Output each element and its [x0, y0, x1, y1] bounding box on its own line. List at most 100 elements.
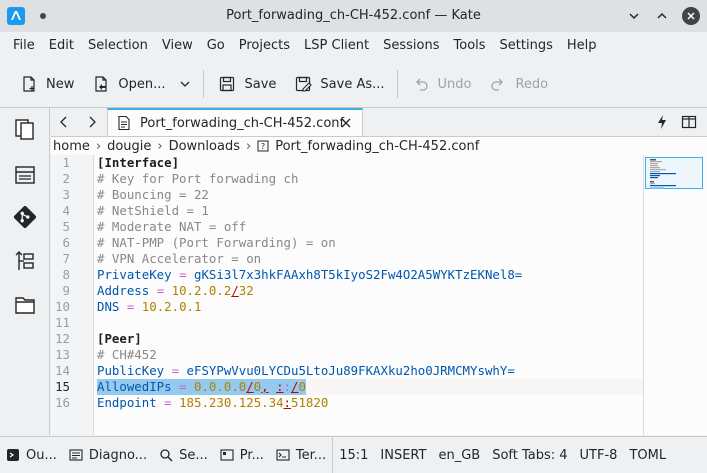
minimap[interactable]: [643, 155, 707, 435]
main-toolbar: New Open... Save Save As... Undo Redo: [0, 62, 707, 106]
minimize-button[interactable]: [624, 6, 644, 26]
undo-label: Undo: [437, 76, 472, 92]
terminal-toolview-button[interactable]: Ter...: [270, 437, 332, 473]
diagnostics-toolview-button[interactable]: Diagno...: [63, 437, 153, 473]
git-panel-button[interactable]: [12, 204, 38, 230]
toolbar-separator: [203, 70, 205, 98]
chevron-right-icon: ›: [245, 138, 252, 154]
menu-edit[interactable]: Edit: [42, 34, 81, 58]
breadcrumb-dougie[interactable]: dougie: [107, 139, 151, 154]
tab-label: Port_forwading_ch-CH-452.conf: [140, 115, 345, 131]
code-text: # NetShield = 1: [97, 203, 209, 218]
output-toolview-button[interactable]: Ou...: [0, 437, 63, 473]
close-window-button[interactable]: [681, 6, 701, 26]
search-label: Se...: [179, 447, 208, 463]
save-as-icon: [296, 76, 313, 92]
line-number: 1: [62, 155, 70, 170]
cursor-position[interactable]: 15:1: [333, 437, 374, 473]
code-text: PrivateKey = gKSi3l7x3hkFAAxh8T5kIyoS2Fw…: [97, 267, 523, 282]
menu-go[interactable]: Go: [200, 34, 232, 58]
chevron-down-icon: [629, 13, 639, 20]
line-number: 13: [55, 347, 70, 362]
menu-tools[interactable]: Tools: [447, 34, 493, 58]
window-title: Port_forwading_ch-CH-452.conf — Kate: [226, 8, 481, 23]
code-text: DNS = 10.2.0.1: [97, 299, 202, 314]
status-bar: Ou... Diagno... Se... Pr... Ter... 15:1 …: [0, 436, 707, 473]
code-text: PublicKey = eFSYPwVvu0LYCDu5LtoJu89FKAXk…: [97, 363, 515, 378]
save-button[interactable]: Save: [208, 68, 284, 100]
menu-projects[interactable]: Projects: [232, 34, 297, 58]
open-button[interactable]: Open...: [82, 68, 199, 100]
new-button[interactable]: New: [10, 68, 82, 100]
line-number: 12: [55, 331, 70, 346]
quick-open-icon[interactable]: [654, 114, 670, 130]
code-text: Endpoint = 185.230.125.34:51820: [97, 395, 329, 410]
minimap-preview: [650, 159, 676, 189]
save-icon: [220, 76, 235, 92]
menu-selection[interactable]: Selection: [81, 34, 155, 58]
projects-label: Pr...: [239, 447, 264, 463]
split-view-icon[interactable]: [681, 114, 697, 130]
project-panel-button[interactable]: [12, 248, 38, 274]
projects-toolview-button[interactable]: Pr...: [214, 437, 270, 473]
breadcrumb-downloads[interactable]: Downloads: [169, 139, 240, 154]
line-number: 14: [55, 363, 70, 378]
code-editor[interactable]: 1 [Interface] 2 # Key for Port forwading c…: [51, 155, 643, 435]
breadcrumb-home[interactable]: home: [53, 139, 90, 154]
tab-port-forwarding-conf[interactable]: Port_forwading_ch-CH-452.conf: [107, 108, 363, 136]
selected-code-text: AllowedIPs = 0.0.0.0/0, ::/0: [97, 379, 306, 395]
line-number: 5: [62, 219, 70, 234]
menu-settings[interactable]: Settings: [493, 34, 560, 58]
kate-window: Port_forwading_ch-CH-452.conf — Kate Fil…: [0, 0, 707, 473]
breadcrumb-file[interactable]: Port_forwading_ch-CH-452.conf: [275, 139, 479, 154]
line-number: 11: [55, 315, 70, 330]
menu-bar: File Edit Selection View Go Projects LSP…: [0, 32, 707, 60]
search-toolview-button[interactable]: Se...: [153, 437, 214, 473]
open-document-icon: [95, 76, 107, 92]
menu-view[interactable]: View: [155, 34, 200, 58]
terminal-label: Ter...: [295, 447, 327, 463]
indentation-selector[interactable]: Soft Tabs: 4: [486, 437, 573, 473]
close-icon: [687, 12, 695, 20]
menu-lsp-client[interactable]: LSP Client: [297, 34, 376, 58]
code-text: [Peer]: [97, 331, 142, 346]
title-bar: Port_forwading_ch-CH-452.conf — Kate: [0, 0, 707, 32]
project-tree-icon: [15, 251, 34, 270]
line-number: 15: [55, 379, 70, 394]
encoding-selector[interactable]: UTF-8: [574, 437, 624, 473]
new-label: New: [46, 76, 75, 92]
save-as-button[interactable]: Save As...: [284, 68, 392, 100]
folder-icon: [15, 297, 35, 314]
symbols-panel-button[interactable]: [12, 162, 38, 188]
diagnostics-label: Diagno...: [88, 447, 148, 463]
diagnostics-icon: [69, 449, 83, 461]
close-tab-icon[interactable]: [338, 115, 354, 131]
code-text: # VPN Accelerator = on: [97, 251, 262, 266]
filesystem-panel-button[interactable]: [12, 292, 38, 318]
dictionary-selector[interactable]: en_GB: [432, 437, 486, 473]
menu-file[interactable]: File: [6, 34, 42, 58]
save-label: Save: [244, 76, 277, 92]
line-number: 3: [62, 187, 70, 202]
line-number: 7: [62, 251, 70, 266]
input-mode[interactable]: INSERT: [374, 437, 432, 473]
menu-help[interactable]: Help: [560, 34, 604, 58]
git-icon: [13, 205, 37, 229]
chevron-left-icon[interactable]: [55, 113, 73, 131]
chevron-down-icon[interactable]: [179, 78, 191, 90]
documents-icon: [15, 119, 34, 140]
chevron-right-icon: ›: [157, 138, 163, 154]
menu-sessions[interactable]: Sessions: [376, 34, 446, 58]
code-text: # Bouncing = 22: [97, 187, 209, 202]
syntax-mode-selector[interactable]: TOML: [623, 437, 672, 473]
code-text: # Key for Port forwading ch: [97, 171, 299, 186]
redo-icon: [491, 78, 504, 91]
maximize-button[interactable]: [652, 6, 672, 26]
code-text: # CH#452: [97, 347, 157, 362]
documents-panel-button[interactable]: [12, 116, 38, 142]
terminal-icon: [276, 449, 290, 461]
redo-button[interactable]: Redo: [479, 68, 556, 100]
toolbar-separator: [396, 70, 398, 98]
undo-button[interactable]: Undo: [402, 68, 480, 100]
chevron-right-icon[interactable]: [83, 113, 101, 131]
